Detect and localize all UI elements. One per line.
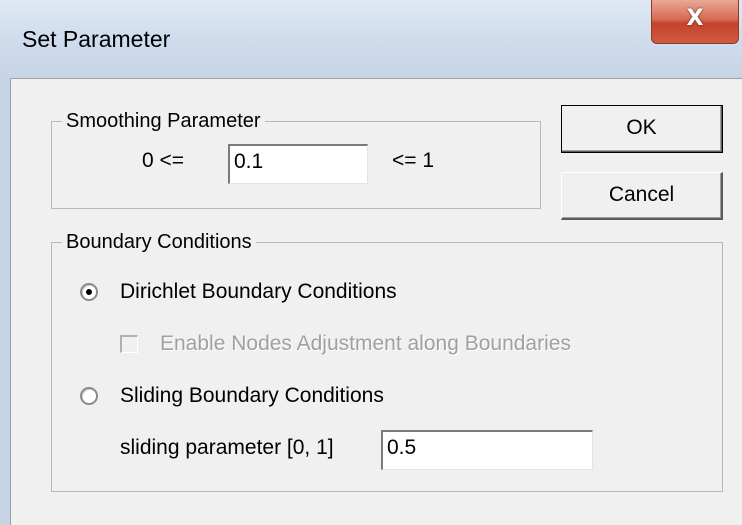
sliding-parameter-label: sliding parameter [0, 1] xyxy=(120,436,334,459)
smoothing-parameter-input[interactable]: 0.1 xyxy=(228,144,368,184)
close-button[interactable]: X xyxy=(651,0,739,44)
dialog-client-area: Smoothing Parameter 0 <= 0.1 <= 1 OK Can… xyxy=(10,78,742,525)
enable-nodes-label: Enable Nodes Adjustment along Boundaries xyxy=(160,332,571,355)
radio-selected-dot xyxy=(86,289,92,295)
sliding-radio-label[interactable]: Sliding Boundary Conditions xyxy=(120,383,384,409)
dirichlet-radio[interactable] xyxy=(80,283,98,301)
sliding-parameter-input[interactable]: 0.5 xyxy=(381,430,593,470)
enable-nodes-checkbox xyxy=(120,335,138,353)
dirichlet-radio-label[interactable]: Dirichlet Boundary Conditions xyxy=(120,279,397,305)
boundary-conditions-label: Boundary Conditions xyxy=(62,230,256,254)
ok-button[interactable]: OK xyxy=(561,105,723,153)
smoothing-max-label: <= 1 xyxy=(392,149,435,172)
smoothing-parameter-label: Smoothing Parameter xyxy=(62,109,265,133)
smoothing-parameter-group: Smoothing Parameter 0 <= 0.1 <= 1 xyxy=(51,109,541,209)
cancel-button[interactable]: Cancel xyxy=(561,172,723,220)
smoothing-min-label: 0 <= xyxy=(142,149,185,172)
window-title: Set Parameter xyxy=(22,26,171,52)
close-icon: X xyxy=(686,6,704,31)
dialog-window: Set Parameter X Smoothing Parameter 0 <=… xyxy=(0,0,742,525)
boundary-conditions-group: Boundary Conditions Dirichlet Boundary C… xyxy=(51,230,723,492)
sliding-radio[interactable] xyxy=(80,387,98,405)
